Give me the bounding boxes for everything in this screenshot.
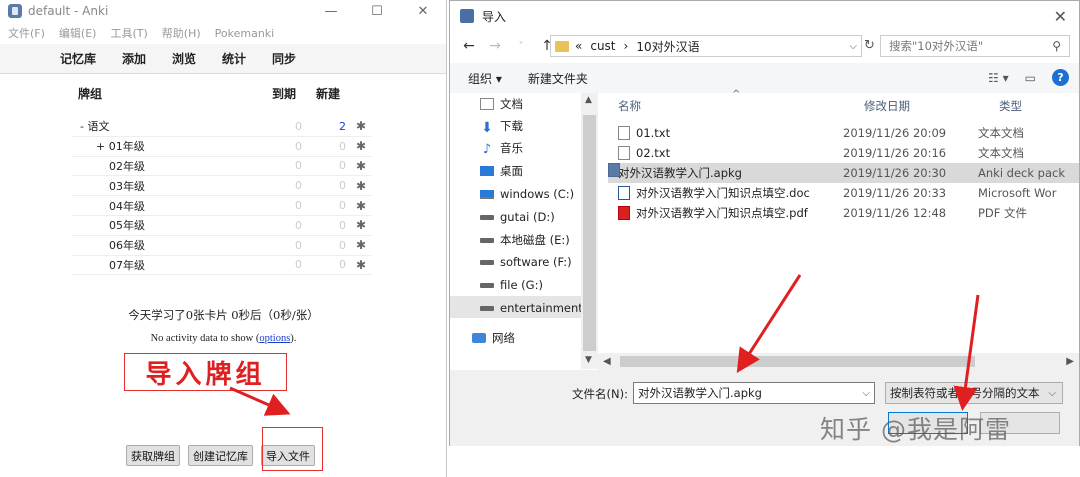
arrow-to-import-button (229, 386, 291, 416)
screenshot-root: default - Anki — ☐ ✕ 文件(F) 编辑(E) 工具(T) 帮… (0, 0, 1080, 477)
arrow-to-open-button (953, 294, 980, 411)
arrow-to-filename (736, 274, 802, 374)
annotation-arrows (229, 274, 980, 416)
